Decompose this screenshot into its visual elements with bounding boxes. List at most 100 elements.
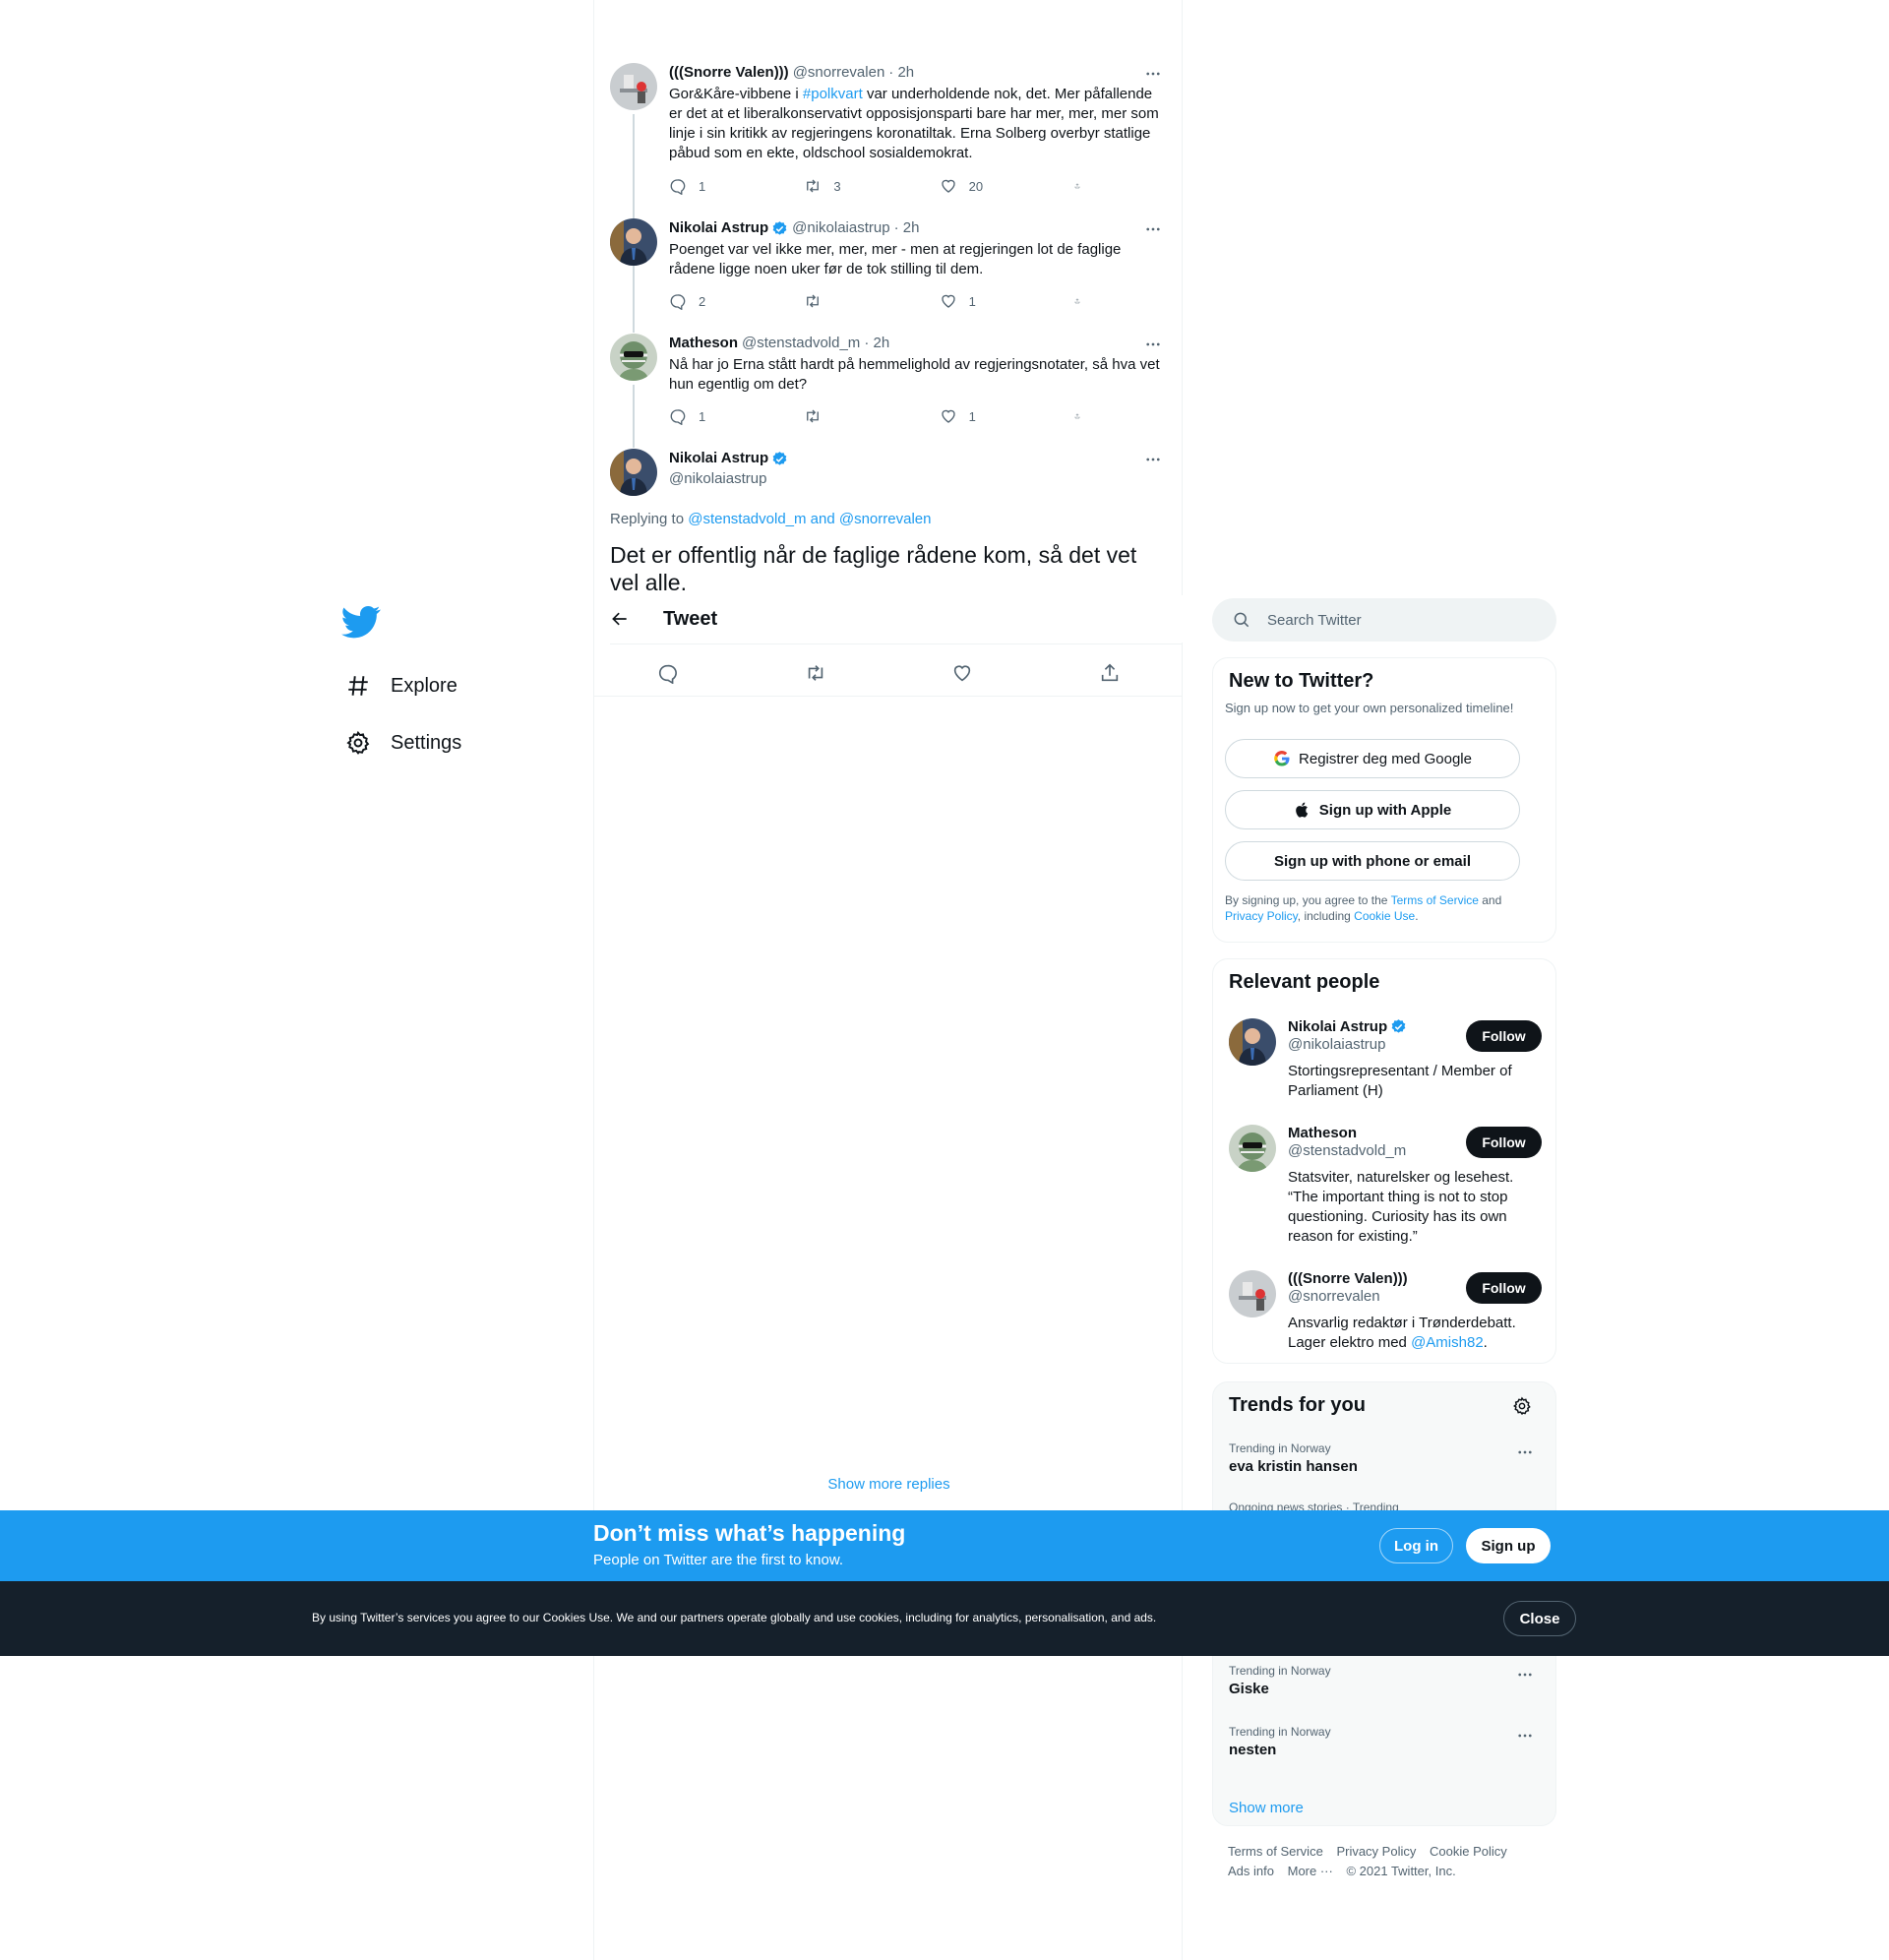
follow-button[interactable]: Follow — [1466, 1127, 1542, 1158]
avatar[interactable] — [610, 334, 657, 381]
terms-of-service-link[interactable]: Terms of Service — [1391, 893, 1479, 907]
like-button[interactable]: 1 — [940, 292, 1048, 310]
show-more-replies-link[interactable]: Show more replies — [594, 1476, 1184, 1493]
person-name[interactable]: Matheson — [1288, 1125, 1357, 1141]
footer-cookie-link[interactable]: Cookie Policy — [1430, 1844, 1507, 1859]
reply-button[interactable]: 2 — [669, 292, 777, 310]
trend-item[interactable]: Trending in Norway nesten — [1229, 1725, 1542, 1758]
phone-email-signup-button[interactable]: Sign up with phone or email — [1225, 841, 1520, 881]
trend-name[interactable]: eva kristin hansen — [1229, 1458, 1542, 1475]
twitter-logo-icon[interactable] — [341, 602, 381, 642]
follow-button[interactable]: Follow — [1466, 1272, 1542, 1304]
signup-button[interactable]: Sign up — [1466, 1528, 1551, 1563]
author-handle[interactable]: @nikolaiastrup — [792, 218, 889, 238]
person-handle[interactable]: @nikolaiastrup — [1288, 1036, 1455, 1053]
footer-links: Terms of Service Privacy Policy Cookie P… — [1228, 1842, 1553, 1881]
share-button[interactable] — [1074, 407, 1092, 425]
person-name[interactable]: (((Snorre Valen))) — [1288, 1270, 1408, 1287]
legal-text: By signing up, you agree to the — [1225, 893, 1391, 907]
tweet-time[interactable]: · 2h — [888, 63, 914, 83]
reply-icon — [669, 292, 687, 310]
like-button[interactable]: 1 — [940, 407, 1048, 425]
person-item[interactable]: Nikolai Astrup @nikolaiastrup Follow Sto… — [1229, 1018, 1542, 1117]
reply-button[interactable]: 1 — [669, 407, 777, 425]
author-name[interactable]: Nikolai Astrup — [669, 218, 768, 238]
person-name[interactable]: Nikolai Astrup — [1288, 1018, 1387, 1035]
banner-subtitle: People on Twitter are the first to know. — [593, 1552, 844, 1568]
share-icon[interactable] — [1099, 662, 1121, 684]
avatar[interactable] — [1229, 1125, 1276, 1172]
person-item[interactable]: (((Snorre Valen))) @snorrevalen Follow A… — [1229, 1270, 1542, 1359]
footer-privacy-link[interactable]: Privacy Policy — [1336, 1844, 1416, 1859]
nav-item-explore[interactable]: Explore — [339, 657, 576, 714]
more-options-icon[interactable] — [1516, 1666, 1534, 1684]
search-box[interactable] — [1212, 598, 1556, 642]
retweet-button[interactable] — [804, 292, 912, 310]
footer-ads-link[interactable]: Ads info — [1228, 1864, 1274, 1878]
signup-card: New to Twitter? Sign up now to get your … — [1212, 657, 1556, 943]
more-options-icon[interactable] — [1144, 336, 1162, 353]
bio-mention-link[interactable]: @Amish82 — [1411, 1334, 1484, 1351]
close-button[interactable]: Close — [1503, 1601, 1576, 1636]
footer-copyright: © 2021 Twitter, Inc. — [1346, 1864, 1456, 1878]
author-handle[interactable]: @nikolaiastrup — [669, 469, 766, 489]
google-signup-button[interactable]: Registrer deg med Google — [1225, 739, 1520, 778]
tweet-time[interactable]: · 2h — [894, 218, 920, 238]
privacy-policy-link[interactable]: Privacy Policy — [1225, 909, 1298, 923]
signup-subtitle: Sign up now to get your own personalized… — [1225, 701, 1514, 715]
retweet-icon — [804, 292, 822, 310]
cookie-consent-bar: By using Twitter’s services you agree to… — [0, 1581, 1889, 1656]
trend-name[interactable]: Giske — [1229, 1681, 1542, 1697]
replying-to-link[interactable]: @stenstadvold_m and @snorrevalen — [688, 511, 931, 527]
more-options-icon[interactable] — [1144, 451, 1162, 468]
follow-button[interactable]: Follow — [1466, 1020, 1542, 1052]
author-name[interactable]: (((Snorre Valen))) — [669, 63, 789, 83]
more-options-icon[interactable] — [1144, 65, 1162, 83]
trend-item[interactable]: Trending in Norway Giske — [1229, 1664, 1542, 1697]
hashtag-link[interactable]: #polkvart — [803, 86, 863, 102]
heart-icon[interactable] — [951, 662, 973, 684]
share-button[interactable] — [1074, 177, 1092, 195]
gear-icon[interactable] — [1512, 1396, 1532, 1416]
avatar[interactable] — [1229, 1018, 1276, 1066]
trend-name[interactable]: nesten — [1229, 1742, 1542, 1758]
heart-icon — [940, 407, 957, 425]
thread-tweet[interactable]: Nikolai Astrup @nikolaiastrup · 2h Poeng… — [610, 218, 1168, 333]
thread-tweet[interactable]: Matheson @stenstadvold_m · 2h Nå har jo … — [610, 334, 1168, 448]
more-options-icon[interactable] — [1516, 1443, 1534, 1461]
author-handle[interactable]: @snorrevalen — [793, 63, 885, 83]
footer-terms-link[interactable]: Terms of Service — [1228, 1844, 1323, 1859]
share-button[interactable] — [1074, 292, 1092, 310]
tweet-text: Nå har jo Erna stått hardt på hemmeligho… — [669, 356, 1160, 393]
tweet-time[interactable]: · 2h — [864, 334, 889, 353]
author-handle[interactable]: @stenstadvold_m — [742, 334, 860, 353]
back-arrow-icon[interactable] — [610, 609, 630, 629]
reply-button[interactable]: 1 — [669, 177, 777, 195]
show-more-trends-link[interactable]: Show more — [1229, 1800, 1304, 1816]
author-name[interactable]: Nikolai Astrup — [669, 449, 768, 468]
search-input[interactable] — [1267, 611, 1543, 629]
cookie-use-link[interactable]: Cookie Use — [1354, 909, 1415, 923]
avatar[interactable] — [610, 218, 657, 266]
more-options-icon[interactable] — [1516, 1727, 1534, 1745]
retweet-icon[interactable] — [805, 662, 826, 684]
more-options-icon[interactable] — [1144, 220, 1162, 238]
reply-icon[interactable] — [657, 662, 679, 684]
trend-item[interactable]: Trending in Norway eva kristin hansen — [1229, 1441, 1542, 1475]
avatar[interactable] — [1229, 1270, 1276, 1317]
nav-item-settings[interactable]: Settings — [339, 714, 576, 771]
apple-signup-button[interactable]: Sign up with Apple — [1225, 790, 1520, 829]
person-handle[interactable]: @stenstadvold_m — [1288, 1142, 1455, 1159]
login-button[interactable]: Log in — [1379, 1528, 1453, 1563]
person-handle[interactable]: @snorrevalen — [1288, 1288, 1455, 1305]
retweet-button[interactable]: 3 — [804, 177, 912, 195]
avatar[interactable] — [610, 63, 657, 110]
retweet-button[interactable] — [804, 407, 912, 425]
avatar[interactable] — [610, 449, 657, 496]
page-title: Tweet — [663, 607, 718, 630]
like-button[interactable]: 20 — [940, 177, 1048, 195]
footer-more-link[interactable]: More ··· — [1288, 1864, 1333, 1878]
author-name[interactable]: Matheson — [669, 334, 738, 353]
person-item[interactable]: Matheson @stenstadvold_m Follow Statsvit… — [1229, 1125, 1542, 1253]
phone-signup-label: Sign up with phone or email — [1273, 852, 1471, 870]
